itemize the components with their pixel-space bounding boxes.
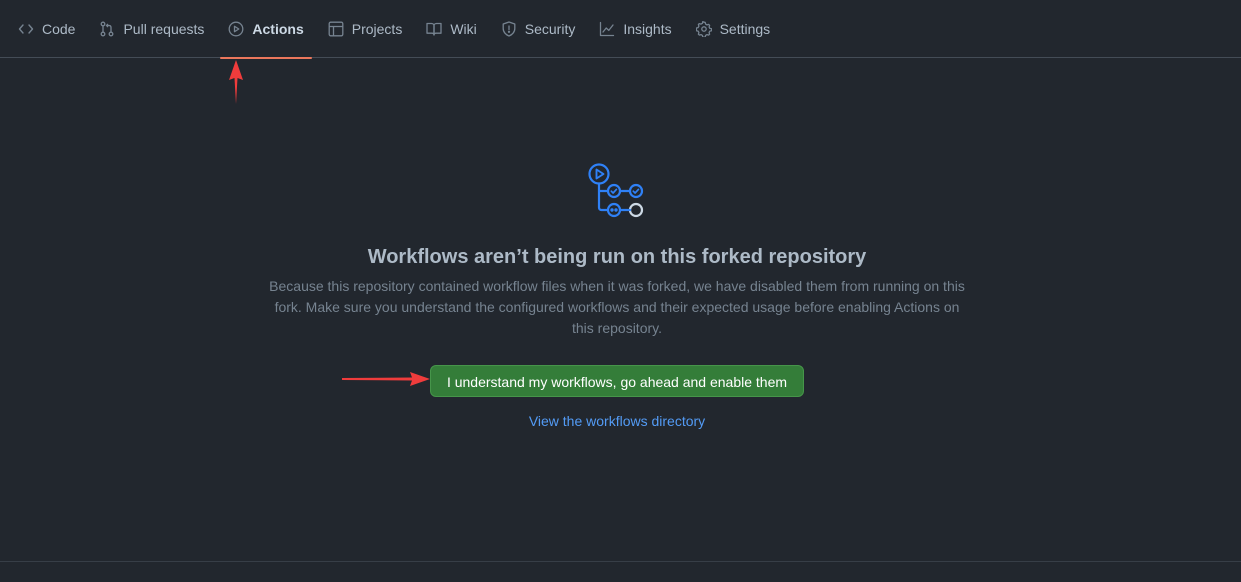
tab-insights-label: Insights bbox=[623, 21, 672, 37]
blankslate-title: Workflows aren’t being run on this forke… bbox=[367, 246, 867, 268]
nav-tabs: Code Pull requests Actions Projects Wiki… bbox=[0, 0, 1241, 59]
enable-workflows-button[interactable]: I understand my workflows, go ahead and … bbox=[429, 365, 805, 397]
arrow-to-actions-tab bbox=[229, 60, 243, 104]
gear-icon bbox=[695, 21, 712, 37]
repo-nav: Code Pull requests Actions Projects Wiki… bbox=[0, 0, 1241, 59]
tab-actions[interactable]: Actions bbox=[220, 0, 313, 59]
tab-settings-label: Settings bbox=[719, 21, 771, 37]
blankslate-description: Because this repository contained workfl… bbox=[269, 278, 965, 336]
tab-wiki-label: Wiki bbox=[450, 21, 477, 37]
workflow-icon bbox=[0, 160, 1234, 222]
play-circle-icon bbox=[228, 21, 244, 37]
book-icon bbox=[426, 21, 442, 37]
tab-settings[interactable]: Settings bbox=[688, 0, 779, 58]
tab-pull-requests[interactable]: Pull requests bbox=[91, 0, 212, 58]
tab-insights[interactable]: Insights bbox=[591, 0, 679, 58]
tab-pull-requests-label: Pull requests bbox=[123, 21, 205, 37]
tab-code[interactable]: Code bbox=[10, 0, 83, 58]
footer-divider bbox=[0, 561, 1241, 562]
tab-projects-label: Projects bbox=[351, 21, 403, 37]
tab-code-label: Code bbox=[42, 21, 76, 37]
tab-security-label: Security bbox=[524, 21, 576, 37]
shield-icon bbox=[501, 21, 517, 37]
tab-wiki[interactable]: Wiki bbox=[418, 0, 484, 58]
tab-projects[interactable]: Projects bbox=[320, 0, 411, 58]
tab-security[interactable]: Security bbox=[493, 0, 584, 58]
code-icon bbox=[18, 21, 34, 37]
graph-icon bbox=[599, 21, 615, 37]
table-icon bbox=[328, 21, 344, 37]
tab-actions-label: Actions bbox=[252, 21, 304, 37]
view-workflows-directory-link[interactable]: View the workflows directory bbox=[0, 413, 1234, 429]
actions-blankslate: Workflows aren’t being run on this forke… bbox=[0, 160, 1234, 429]
git-pull-request-icon bbox=[99, 21, 115, 37]
page: Code Pull requests Actions Projects Wiki… bbox=[0, 0, 1241, 582]
